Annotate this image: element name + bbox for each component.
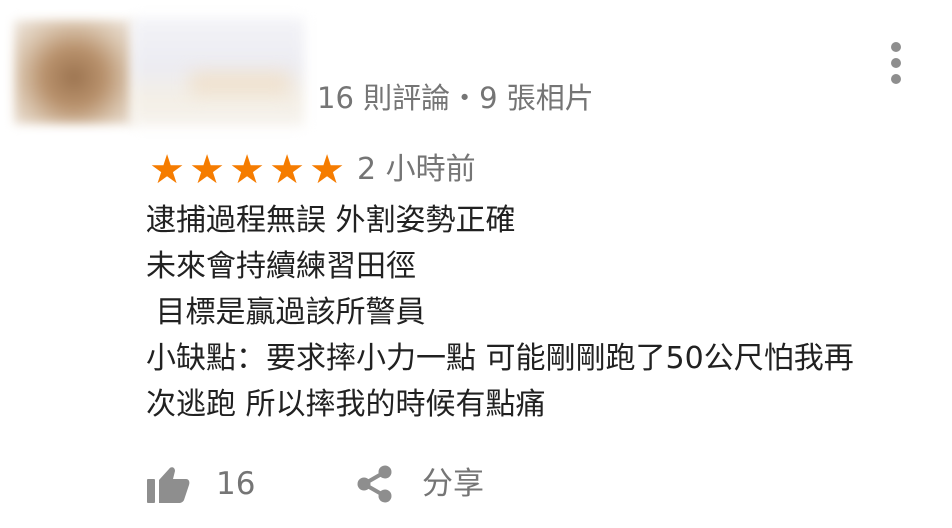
star-icon: ★ [229,147,265,193]
review-text-line: 小缺點：要求摔小力一點 可能剛剛跑了50公尺怕我再 [146,341,854,376]
share-icon[interactable] [356,464,394,504]
review-text-line: 次逃跑 所以摔我的時候有點痛 [146,387,546,422]
star-icon: ★ [189,147,225,193]
star-icon: ★ [309,147,345,193]
reviewer-name-blurred-accent [190,72,290,94]
star-rating: ★ ★ ★ ★ ★ [147,148,347,192]
review-text: 逮捕過程無誤 外割姿勢正確 未來會持續練習田徑 目標是贏過該所警員 小缺點：要求… [146,198,936,428]
thumbs-up-icon[interactable] [146,464,190,504]
menu-dot [891,74,901,84]
share-button[interactable]: 分享 [422,462,484,506]
avatar[interactable] [14,20,134,124]
menu-dot [891,42,901,52]
reviewer-meta[interactable]: 16 則評論・9 張相片 [317,78,594,118]
review-time: 2 小時前 [357,152,476,187]
menu-dot [891,58,901,68]
star-icon: ★ [269,147,305,193]
like-count: 16 [216,466,256,502]
review-text-line: 逮捕過程無誤 外割姿勢正確 [146,203,516,238]
review-text-line: 未來會持續練習田徑 [146,249,416,284]
star-icon: ★ [149,147,185,193]
more-vert-icon[interactable] [880,38,912,88]
review-text-line: 目標是贏過該所警員 [146,295,426,330]
